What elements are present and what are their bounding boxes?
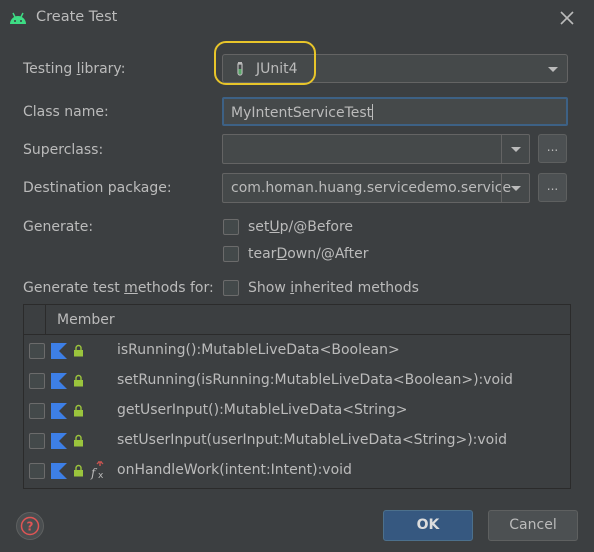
kotlin-icon [51,343,67,359]
member-checkbox[interactable] [29,403,45,419]
text-caret [372,104,374,120]
member-signature: onHandleWork(intent:Intent):void [117,462,352,478]
lock-icon [74,434,83,447]
testing-library-dropdown[interactable] [539,55,567,82]
help-icon: ? [20,516,40,536]
superclass-browse-button[interactable]: ... [538,134,567,163]
generate-label: Generate: [23,219,94,235]
members-table: Member isRunning():MutableLiveData<Boole… [23,304,571,489]
help-button[interactable]: ? [16,512,44,540]
svg-text:f: f [90,466,98,480]
member-checkbox[interactable] [29,373,45,389]
table-header: Member [24,305,570,335]
destination-package-select[interactable]: com.homan.huang.servicedemo.service [222,173,530,203]
chevron-down-icon [511,186,521,191]
member-checkbox[interactable] [29,463,45,479]
cancel-button[interactable]: Cancel [488,510,578,541]
class-name-input[interactable]: MyIntentServiceTest [222,97,568,126]
chevron-down-icon [548,67,558,72]
kotlin-icon [51,463,67,479]
superclass-select[interactable] [222,134,530,164]
testing-library-select[interactable]: JUnit4 [222,54,568,83]
class-name-value: MyIntentServiceTest [231,105,373,121]
svg-text:?: ? [27,520,34,534]
test-tube-icon [237,62,243,76]
generate-methods-label: Generate test methods for: [23,280,214,296]
kotlin-icon [51,403,67,419]
teardown-checkbox[interactable] [223,246,239,262]
destination-package-value: com.homan.huang.servicedemo.service [231,180,512,196]
table-row[interactable]: setUserInput(userInput:MutableLiveData<S… [24,426,570,456]
lock-icon [74,344,83,357]
member-signature: getUserInput():MutableLiveData<String> [117,402,408,418]
ok-button[interactable]: OK [383,510,473,541]
member-column-header[interactable]: Member [57,312,115,328]
function-override-icon: fx [90,461,104,480]
lock-icon [74,404,83,417]
lock-icon [74,464,83,477]
android-icon [10,12,26,24]
testing-library-label: Testing library: [23,61,126,77]
member-signature: setUserInput(userInput:MutableLiveData<S… [117,432,507,448]
table-row[interactable]: setRunning(isRunning:MutableLiveData<Boo… [24,366,570,396]
lock-icon [74,374,83,387]
destination-package-dropdown[interactable] [501,174,529,202]
title-bar: Create Test [0,0,594,36]
teardown-label[interactable]: tearDown/@After [248,246,368,262]
table-row[interactable]: getUserInput():MutableLiveData<String> [24,396,570,426]
close-icon[interactable] [557,8,577,28]
member-signature: isRunning():MutableLiveData<Boolean> [117,342,400,358]
chevron-down-icon [511,147,521,152]
table-row[interactable]: isRunning():MutableLiveData<Boolean> [24,336,570,366]
superclass-dropdown[interactable] [501,135,529,163]
svg-text:x: x [98,471,104,480]
member-signature: setRunning(isRunning:MutableLiveData<Boo… [117,372,513,388]
member-checkbox[interactable] [29,433,45,449]
window-title: Create Test [36,9,118,25]
testing-library-value: JUnit4 [256,61,298,77]
show-inherited-checkbox[interactable] [223,280,239,296]
destination-package-label: Destination package: [23,180,172,196]
superclass-label: Superclass: [23,142,104,158]
setup-label[interactable]: setUp/@Before [248,219,353,235]
kotlin-icon [51,433,67,449]
table-row[interactable]: f x onHandleWork(intent:Intent):void [24,456,570,486]
class-name-label: Class name: [23,104,109,120]
member-checkbox[interactable] [29,343,45,359]
destination-package-browse-button[interactable]: ... [538,173,567,202]
select-column-header[interactable] [24,305,46,335]
show-inherited-label[interactable]: Show inherited methods [248,280,419,296]
kotlin-icon [51,373,67,389]
setup-checkbox[interactable] [223,219,239,235]
